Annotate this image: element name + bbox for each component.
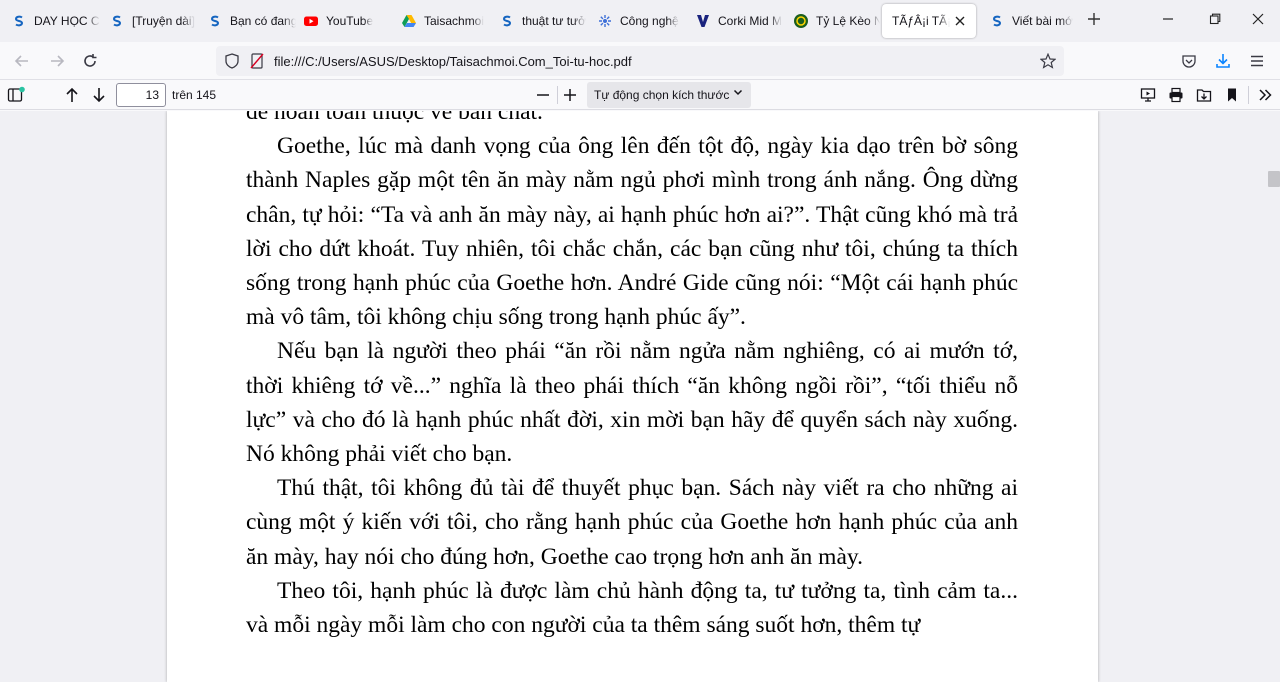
tab-7[interactable]: Công nghệ (588, 4, 686, 38)
save-icon[interactable] (1193, 84, 1215, 106)
zoom-in-icon[interactable] (559, 84, 581, 106)
minimize-icon[interactable] (1158, 10, 1178, 30)
pdf-page: để hoàn toàn thuộc về bản chất. Goethe, … (167, 111, 1098, 682)
scrollbar-thumb[interactable] (1268, 171, 1280, 187)
tab-3[interactable]: Bạn có đang (198, 4, 296, 38)
tab-6[interactable]: thuật tư tưở (490, 4, 588, 38)
tab-3-label: Bạn có đang (230, 14, 296, 28)
google-drive-icon (402, 14, 416, 28)
s-logo-icon (110, 14, 124, 28)
zoom-select-value: Tự động chọn kích thước (594, 88, 730, 102)
tab-1[interactable]: DAY HỌC C (2, 4, 100, 38)
tab-strip: DAY HỌC C [Truyện dài] Bạn có đang YouTu… (0, 0, 1280, 42)
tab-9-label: Tỷ Lệ Kèo N (816, 14, 880, 28)
tab-10-label: TÃƒÂ¡i TÃ¡» (892, 14, 950, 28)
pdf-toolbar: 13 trên 145 Tự động chọn kích thước (0, 80, 1280, 110)
address-bar[interactable]: file:///C:/Users/ASUS/Desktop/Taisachmoi… (216, 46, 1064, 76)
tab-1-label: DAY HỌC C (34, 14, 100, 28)
downloads-icon[interactable] (1212, 50, 1234, 72)
v-logo-icon (696, 14, 710, 28)
next-page-icon[interactable] (88, 84, 110, 106)
vertical-scrollbar[interactable] (1264, 111, 1280, 682)
page-total: trên 145 (172, 88, 217, 102)
s-logo-icon (12, 14, 26, 28)
previous-page-icon[interactable] (61, 84, 83, 106)
shield-icon[interactable] (224, 53, 240, 74)
page-number-input[interactable]: 13 (116, 83, 166, 107)
paragraph-1: Goethe, lúc mà danh vọng của ông lên đến… (246, 133, 1018, 331)
tab-11-label: Viết bài mớ (1012, 14, 1074, 28)
paragraph-4: Theo tôi, hạnh phúc là được làm chủ hành… (246, 577, 1018, 639)
navigation-bar: file:///C:/Users/ASUS/Desktop/Taisachmoi… (0, 42, 1280, 80)
pocket-icon[interactable] (1178, 50, 1200, 72)
chevron-down-icon (733, 82, 743, 108)
paragraph-2: Nếu bạn là người theo phái “ăn rồi nằm n… (246, 338, 1018, 468)
tab-7-label: Công nghệ (620, 14, 679, 28)
toolbar-separator (1248, 86, 1249, 104)
s-logo-icon (208, 14, 222, 28)
pdf-viewer[interactable]: để hoàn toàn thuộc về bản chất. Goethe, … (0, 111, 1280, 682)
tab-2-label: [Truyện dài] (132, 14, 195, 28)
bookmark-icon[interactable] (1221, 84, 1243, 106)
green-logo-icon (794, 14, 808, 28)
print-icon[interactable] (1165, 84, 1187, 106)
tab-8-label: Corki Mid M (718, 14, 783, 28)
tab-5[interactable]: Taisachmoi (392, 4, 490, 38)
close-window-icon[interactable] (1248, 10, 1268, 30)
tab-8[interactable]: Corki Mid M (686, 4, 784, 38)
tab-4[interactable]: YouTube (294, 4, 392, 38)
close-tab-icon[interactable] (952, 13, 968, 29)
tab-11[interactable]: Viết bài mớ (980, 4, 1078, 38)
page-text: để hoàn toàn thuộc về bản chất. Goethe, … (246, 111, 1018, 642)
s-logo-icon (990, 14, 1004, 28)
bookmark-star-icon[interactable] (1039, 52, 1057, 74)
toolbar-separator (557, 86, 558, 104)
tools-menu-icon[interactable] (1254, 84, 1276, 106)
zoom-select[interactable]: Tự động chọn kích thước (587, 82, 751, 108)
tab-6-label: thuật tư tưở (522, 14, 586, 28)
url-text[interactable]: file:///C:/Users/ASUS/Desktop/Taisachmoi… (274, 54, 632, 69)
forward-icon[interactable] (46, 50, 68, 72)
menu-icon[interactable] (1246, 50, 1268, 72)
insecure-page-icon[interactable] (249, 53, 265, 74)
s-logo-icon (500, 14, 514, 28)
tab-5-label: Taisachmoi (424, 14, 485, 28)
restore-icon[interactable] (1205, 10, 1225, 30)
presentation-mode-icon[interactable] (1137, 84, 1159, 106)
tab-10-active[interactable]: TÃƒÂ¡i TÃ¡» (882, 4, 976, 38)
youtube-icon (304, 14, 318, 28)
tab-9[interactable]: Tỷ Lệ Kèo N (784, 4, 880, 38)
back-icon[interactable] (11, 50, 33, 72)
paragraph-3: Thú thật, tôi không đủ tài để thuyết phụ… (246, 475, 1018, 570)
reload-icon[interactable] (79, 50, 101, 72)
tab-4-label: YouTube (326, 14, 374, 28)
new-tab-icon[interactable] (1084, 10, 1104, 30)
tab-2[interactable]: [Truyện dài] (100, 4, 198, 38)
sidebar-toggle-icon[interactable] (5, 84, 27, 106)
app-icon (598, 14, 612, 28)
zoom-out-icon[interactable] (532, 84, 554, 106)
partial-top-line: để hoàn toàn thuộc về bản chất. (246, 111, 543, 125)
